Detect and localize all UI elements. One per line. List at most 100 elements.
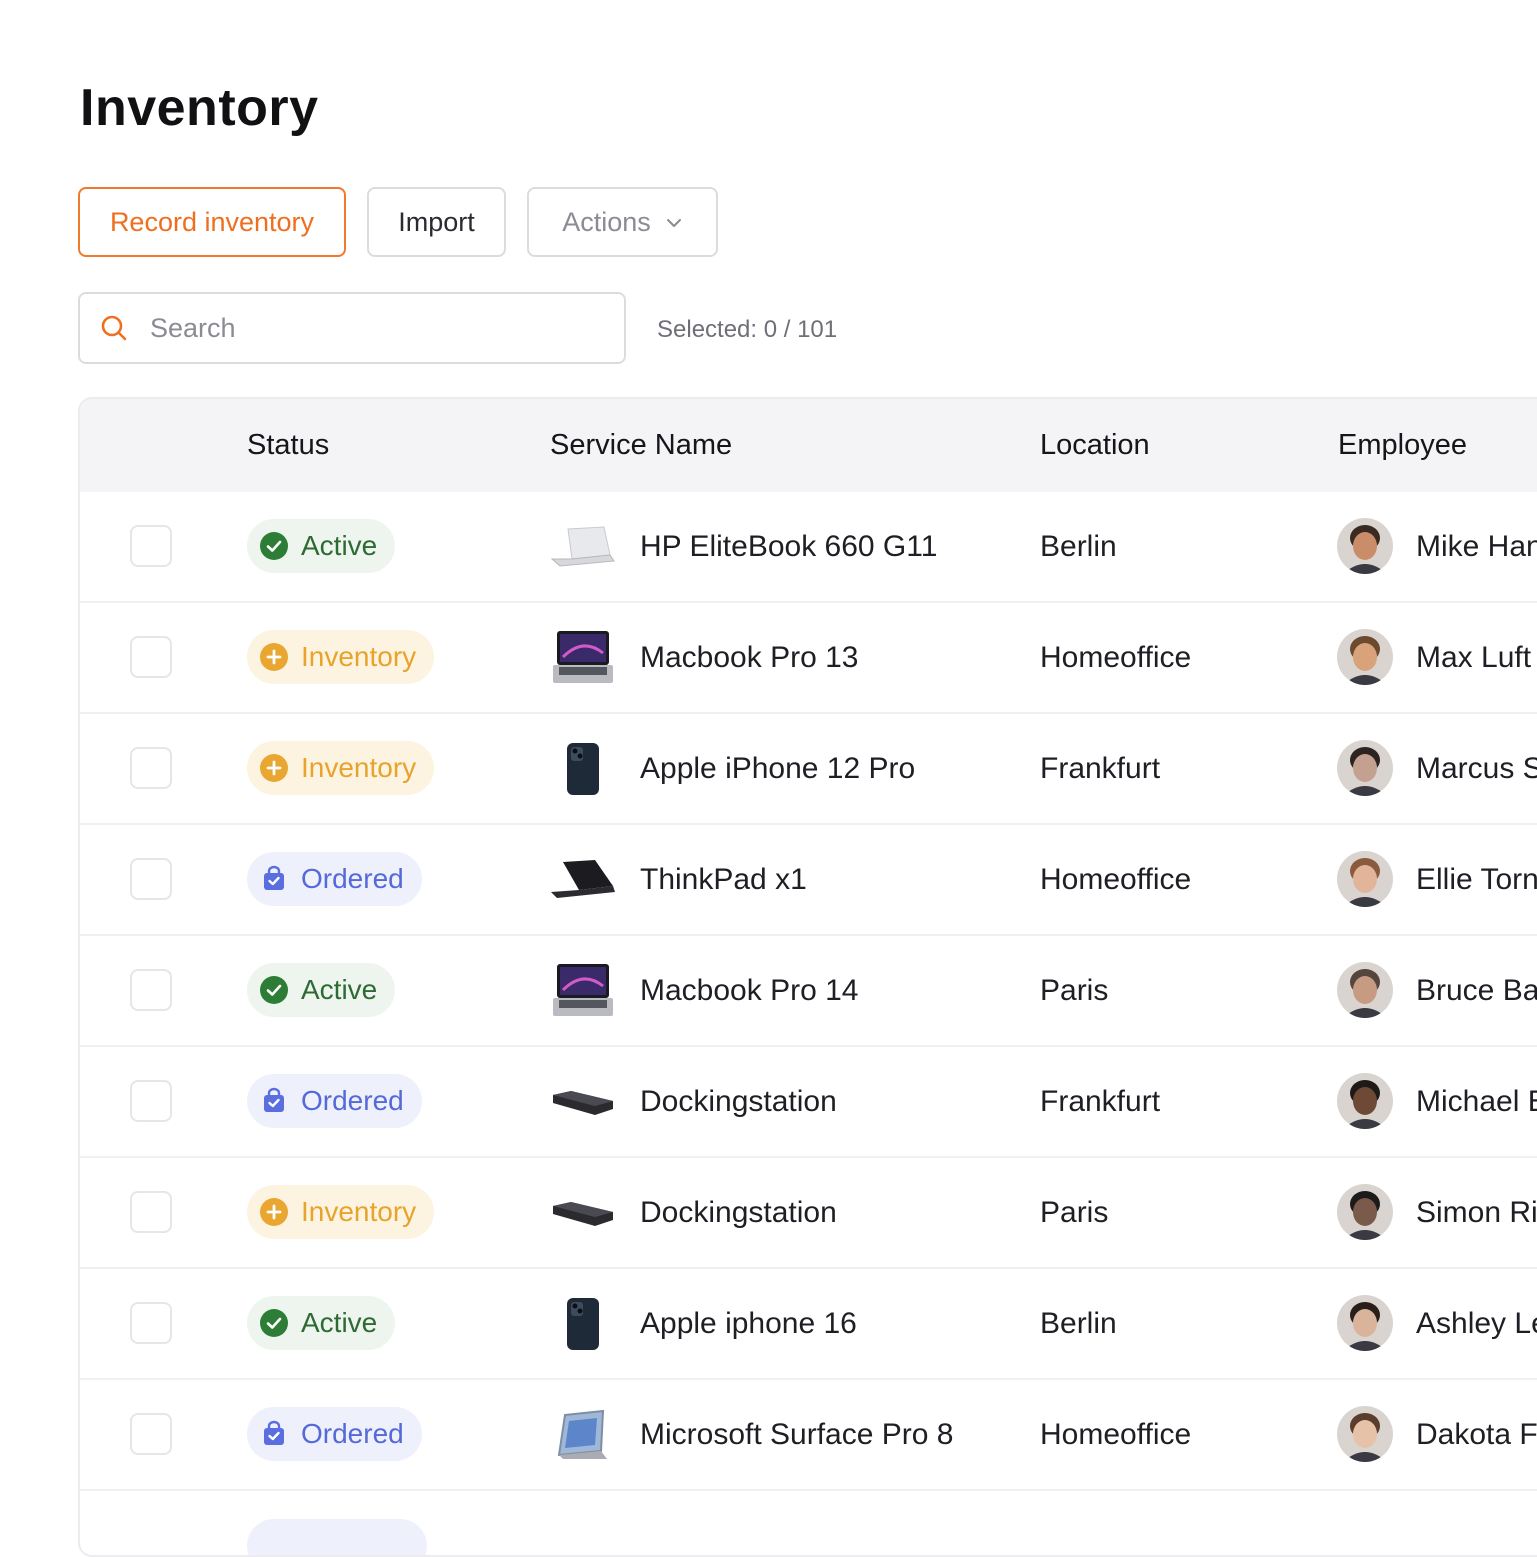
avatar (1337, 1184, 1393, 1240)
laptop-silver-icon (548, 518, 618, 576)
location-cell: Homeoffice (1040, 863, 1192, 896)
dock-icon (548, 1073, 618, 1131)
row-checkbox[interactable] (130, 1302, 172, 1344)
service-name[interactable]: Apple iPhone 12 Pro (640, 714, 915, 823)
employee-name[interactable]: Simon Ri (1416, 1158, 1537, 1267)
surface-icon (548, 1406, 618, 1464)
status-label: Ordered (301, 863, 404, 894)
search-input[interactable] (148, 311, 592, 345)
service-name[interactable]: Dockingstation (640, 1158, 837, 1267)
dock-icon (548, 1184, 618, 1242)
table-row[interactable]: Active HP EliteBook 660 G11 Berlin Mike … (80, 492, 1537, 603)
location-cell: Frankfurt (1040, 1085, 1161, 1118)
inventory-table: Status Service Name Location Employee Ac… (78, 397, 1537, 1557)
search-box (78, 292, 626, 364)
status-label: Active (301, 974, 378, 1005)
location-cell: Paris (1040, 974, 1109, 1007)
plus-circle-icon (259, 642, 289, 672)
status-badge: Active (247, 519, 396, 573)
status-badge: Active (247, 1296, 396, 1350)
avatar (1337, 1073, 1393, 1129)
status-label: Inventory (301, 641, 417, 672)
avatar (1337, 629, 1393, 685)
row-checkbox[interactable] (130, 525, 172, 567)
status-label: Ordered (301, 1418, 404, 1449)
location-cell: Frankfurt (1040, 752, 1161, 785)
record-inventory-button[interactable]: Record inventory (78, 187, 346, 257)
location-cell: Homeoffice (1040, 641, 1192, 674)
table-row[interactable]: Ordered ThinkPad x1 Homeoffice Ellie Tor… (80, 825, 1537, 936)
table-row[interactable]: Ordered Microsoft Surface Pro 8 Homeoffi… (80, 1380, 1537, 1491)
table-row[interactable]: Active Macbook Pro 14 Paris Bruce Bar (80, 936, 1537, 1047)
table-row[interactable]: Active Apple iphone 16 Berlin Ashley Le (80, 1269, 1537, 1380)
actions-dropdown-button[interactable]: Actions (527, 187, 718, 257)
row-checkbox[interactable] (130, 1413, 172, 1455)
location-cell: Homeoffice (1040, 1418, 1192, 1451)
table-row[interactable]: Inventory Apple iPhone 12 Pro Frankfurt … (80, 714, 1537, 825)
status-badge: Ordered (247, 1407, 422, 1461)
service-name[interactable]: ThinkPad x1 (640, 825, 807, 934)
avatar (1337, 962, 1393, 1018)
status-label: Active (301, 530, 378, 561)
check-circle-icon (259, 531, 289, 561)
shopping-bag-icon (259, 1419, 289, 1449)
plus-circle-icon (259, 753, 289, 783)
import-button[interactable]: Import (367, 187, 506, 257)
status-badge: Active (247, 963, 396, 1017)
location-cell: Berlin (1040, 530, 1117, 563)
iphone-icon (548, 740, 618, 798)
chevron-down-icon (666, 219, 681, 227)
column-header-location[interactable]: Location (1040, 399, 1150, 492)
employee-name[interactable]: Max Luft (1416, 603, 1531, 712)
table-row[interactable]: Inventory Macbook Pro 13 Homeoffice Max … (80, 603, 1537, 714)
check-circle-icon (259, 975, 289, 1005)
row-checkbox[interactable] (130, 1191, 172, 1233)
avatar (1337, 851, 1393, 907)
service-name[interactable]: Microsoft Surface Pro 8 (640, 1380, 953, 1489)
table-row[interactable]: Inventory Dockingstation Paris Simon Ri (80, 1158, 1537, 1269)
avatar (1337, 740, 1393, 796)
column-header-status[interactable]: Status (247, 399, 329, 492)
table-row[interactable] (80, 1491, 1537, 1555)
status-label: Inventory (301, 752, 417, 783)
status-badge: Ordered (247, 852, 422, 906)
status-badge: Inventory (247, 741, 435, 795)
macbook-icon (548, 629, 618, 687)
macbook-icon (548, 962, 618, 1020)
employee-name[interactable]: Ellie Torn (1416, 825, 1537, 934)
employee-name[interactable]: Bruce Bar (1416, 936, 1537, 1045)
plus-circle-icon (259, 1197, 289, 1227)
avatar (1337, 518, 1393, 574)
selected-count: Selected: 0 / 101 (657, 316, 838, 343)
service-name[interactable]: Macbook Pro 13 (640, 603, 858, 712)
service-name[interactable]: Apple iphone 16 (640, 1269, 857, 1378)
search-icon (101, 315, 127, 341)
row-checkbox[interactable] (130, 636, 172, 678)
column-header-service[interactable]: Service Name (550, 399, 732, 492)
service-name[interactable]: Dockingstation (640, 1047, 837, 1156)
check-circle-icon (259, 1308, 289, 1338)
shopping-bag-icon (259, 864, 289, 894)
employee-name[interactable]: Dakota Fa (1416, 1380, 1537, 1489)
laptop-black-icon (548, 851, 618, 909)
employee-name[interactable]: Mike Han (1416, 492, 1537, 601)
column-header-employee[interactable]: Employee (1338, 399, 1467, 492)
row-checkbox[interactable] (130, 1080, 172, 1122)
shopping-bag-icon (259, 1086, 289, 1116)
page-title: Inventory (80, 79, 319, 137)
table-row[interactable]: Ordered Dockingstation Frankfurt Michael… (80, 1047, 1537, 1158)
iphone-icon (548, 1295, 618, 1353)
service-name[interactable]: HP EliteBook 660 G11 (640, 492, 937, 601)
status-badge: Ordered (247, 1074, 422, 1128)
row-checkbox[interactable] (130, 969, 172, 1011)
employee-name[interactable]: Marcus S (1416, 714, 1537, 823)
avatar (1337, 1406, 1393, 1462)
employee-name[interactable]: Ashley Le (1416, 1269, 1537, 1378)
actions-label: Actions (562, 206, 651, 237)
status-badge (247, 1519, 427, 1555)
row-checkbox[interactable] (130, 747, 172, 789)
service-name[interactable]: Macbook Pro 14 (640, 936, 858, 1045)
row-checkbox[interactable] (130, 858, 172, 900)
employee-name[interactable]: Michael E (1416, 1047, 1537, 1156)
table-header: Status Service Name Location Employee (80, 399, 1537, 492)
